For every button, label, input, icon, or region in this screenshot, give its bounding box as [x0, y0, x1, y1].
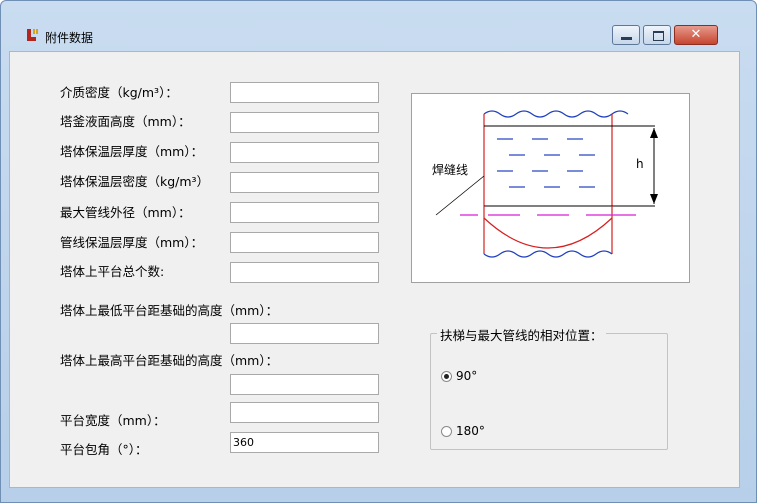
platform-angle-label: 平台包角（°）： — [60, 442, 148, 457]
app-logo-icon — [27, 29, 38, 41]
arrow-up-icon — [650, 128, 658, 138]
client-area: 介质密度（kg/m³）： 塔釜液面高度（mm）： 塔体保温层厚度（mm）： 塔体… — [9, 51, 740, 488]
weld-label: 焊缝线 — [432, 162, 468, 177]
option-90-label: 90° — [456, 369, 478, 383]
insul-density-label: 塔体保温层密度（kg/m³） — [60, 174, 210, 189]
tower-diagram-svg: 焊缝线 h — [432, 110, 658, 258]
dialog-window: 附件数据 ✕ 介质密度（kg/m³）： 塔釜液面高度（mm）： 塔体保温层厚度（… — [0, 0, 757, 503]
platform-count-label: 塔体上平台总个数: — [60, 264, 165, 279]
pipe-od-label: 最大管线外径（mm）： — [60, 205, 191, 220]
radio-checked-icon[interactable] — [441, 370, 452, 382]
pipe-insul-input[interactable] — [230, 232, 379, 253]
density-label: 介质密度（kg/m³）： — [60, 85, 178, 100]
bottom-break-line — [483, 250, 613, 258]
liquid-dashes — [497, 138, 595, 188]
close-button[interactable]: ✕ — [674, 25, 718, 45]
title-bar[interactable]: 附件数据 ✕ — [1, 1, 756, 45]
level-label: 塔釜液面高度（mm）： — [60, 114, 191, 129]
lowest-platform-label: 塔体上最低平台距基础的高度（mm）： — [60, 303, 279, 318]
option-90-radio[interactable]: 90° — [441, 369, 477, 383]
tower-diagram: 焊缝线 h — [411, 93, 690, 283]
window-title: 附件数据 — [45, 31, 94, 45]
option-180-radio[interactable]: 180° — [441, 424, 485, 438]
highest-platform-input[interactable] — [230, 374, 379, 395]
ladder-position-group: 扶梯与最大管线的相对位置： 90° 180° — [430, 325, 668, 450]
minimize-button[interactable] — [612, 25, 640, 45]
highest-platform-label: 塔体上最高平台距基础的高度（mm）： — [60, 353, 279, 368]
density-input[interactable] — [230, 82, 379, 103]
option-180-label: 180° — [456, 424, 485, 438]
vessel-head-arc — [483, 217, 613, 249]
pipe-od-input[interactable] — [230, 202, 379, 223]
ladder-position-legend: 扶梯与最大管线的相对位置： — [437, 325, 606, 344]
level-input[interactable] — [230, 112, 379, 133]
platform-angle-input[interactable] — [230, 432, 379, 453]
close-icon: ✕ — [690, 27, 702, 42]
lowest-platform-input[interactable] — [230, 323, 379, 344]
top-break-line — [483, 110, 629, 118]
arrow-down-icon — [650, 194, 658, 204]
insul-thickness-label: 塔体保温层厚度（mm）： — [60, 144, 204, 159]
insul-density-input[interactable] — [230, 172, 379, 193]
pipe-insul-label: 管线保温层厚度（mm）： — [60, 235, 204, 250]
platform-count-input[interactable] — [230, 262, 379, 283]
maximize-button[interactable] — [643, 25, 671, 45]
weld-leader-line — [435, 175, 485, 216]
insul-thickness-input[interactable] — [230, 142, 379, 163]
platform-width-input[interactable] — [230, 402, 379, 423]
h-label: h — [636, 157, 644, 171]
radio-unchecked-icon[interactable] — [441, 425, 452, 437]
platform-width-label: 平台宽度（mm）： — [60, 413, 166, 428]
